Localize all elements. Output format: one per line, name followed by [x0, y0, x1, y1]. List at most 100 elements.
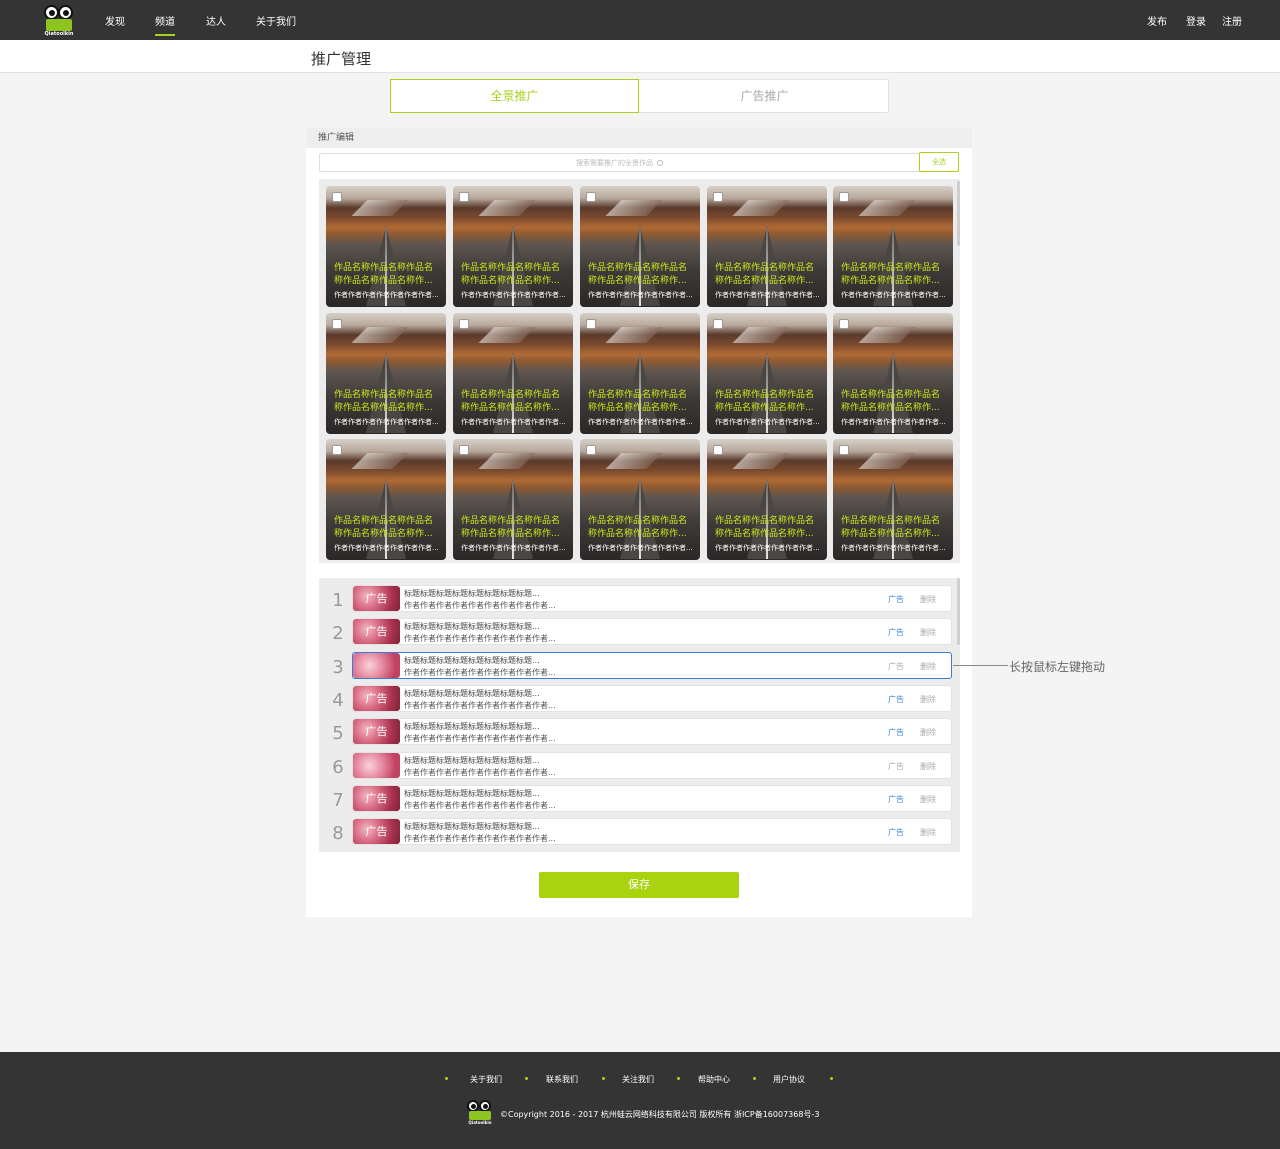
work-card[interactable]: 作品名称作品名称作品名称作品名称作品名称作... 作者作者作者作者作者作者作者..…	[580, 439, 700, 560]
nav-publish[interactable]: 发布	[1147, 13, 1167, 28]
promotion-row[interactable]: 4 广告 标题标题标题标题标题标题标题标题... 作者作者作者作者作者作者作者作者作者…	[332, 684, 952, 712]
work-card[interactable]: 作品名称作品名称作品名称作品名称作品名称作... 作者作者作者作者作者作者作者..…	[707, 313, 827, 434]
row-delete-button[interactable]: 删除	[920, 761, 936, 772]
work-card[interactable]: 作品名称作品名称作品名称作品名称作品名称作... 作者作者作者作者作者作者作者..…	[453, 313, 573, 434]
row-ad-toggle[interactable]: 广告	[888, 661, 904, 672]
card-checkbox[interactable]	[459, 319, 469, 329]
footer-link[interactable]: 关于我们	[470, 1074, 502, 1085]
row-number: 8	[332, 823, 344, 845]
row-delete-button[interactable]: 删除	[920, 727, 936, 738]
drag-hint-line	[953, 665, 1008, 666]
row-thumbnail	[353, 652, 400, 678]
card-checkbox[interactable]	[459, 445, 469, 455]
card-image	[833, 327, 953, 343]
row-ad-toggle[interactable]: 广告	[888, 694, 904, 705]
tab-ad-promotion[interactable]: 广告推广	[640, 80, 889, 112]
row-ad-toggle[interactable]: 广告	[888, 727, 904, 738]
card-image	[453, 327, 573, 343]
promotion-row[interactable]: 7 广告 标题标题标题标题标题标题标题标题... 作者作者作者作者作者作者作者作者作者…	[332, 784, 952, 812]
card-checkbox[interactable]	[839, 319, 849, 329]
card-author: 作者作者作者作者作者作者作者...	[461, 544, 566, 552]
panel-heading: 推广编辑	[306, 128, 972, 148]
card-author: 作者作者作者作者作者作者作者...	[588, 544, 693, 552]
card-author: 作者作者作者作者作者作者作者...	[334, 544, 439, 552]
card-title: 作品名称作品名称作品名称作品名称作品名称作...	[461, 516, 561, 539]
list-scrollbar[interactable]	[957, 578, 960, 645]
nav-talent[interactable]: 达人	[206, 13, 226, 28]
row-delete-button[interactable]: 删除	[920, 694, 936, 705]
footer-link[interactable]: 关注我们	[622, 1074, 654, 1085]
work-card[interactable]: 作品名称作品名称作品名称作品名称作品名称作... 作者作者作者作者作者作者作者..…	[326, 186, 446, 307]
nav-register[interactable]: 注册	[1222, 13, 1242, 28]
card-checkbox[interactable]	[713, 192, 723, 202]
work-card[interactable]: 作品名称作品名称作品名称作品名称作品名称作... 作者作者作者作者作者作者作者..…	[707, 186, 827, 307]
nav-channel[interactable]: 频道	[155, 13, 175, 36]
promotion-row[interactable]: 2 广告 标题标题标题标题标题标题标题标题... 作者作者作者作者作者作者作者作者作者…	[332, 618, 952, 646]
nav-about[interactable]: 关于我们	[256, 13, 296, 28]
card-image	[326, 453, 446, 469]
card-checkbox[interactable]	[332, 319, 342, 329]
card-checkbox[interactable]	[713, 319, 723, 329]
footer-link[interactable]: 联系我们	[546, 1074, 578, 1085]
card-image	[707, 453, 827, 469]
card-checkbox[interactable]	[839, 445, 849, 455]
promotion-row[interactable]: 3 标题标题标题标题标题标题标题标题... 作者作者作者作者作者作者作者作者作者..…	[332, 651, 952, 679]
row-thumbnail: 广告	[353, 719, 400, 745]
work-card[interactable]: 作品名称作品名称作品名称作品名称作品名称作... 作者作者作者作者作者作者作者..…	[326, 439, 446, 560]
work-card[interactable]: 作品名称作品名称作品名称作品名称作品名称作... 作者作者作者作者作者作者作者..…	[833, 313, 953, 434]
work-card[interactable]: 作品名称作品名称作品名称作品名称作品名称作... 作者作者作者作者作者作者作者..…	[453, 439, 573, 560]
drag-hint: 长按鼠标左键拖动	[1009, 660, 1106, 674]
card-author: 作者作者作者作者作者作者作者...	[461, 291, 566, 299]
card-title: 作品名称作品名称作品名称作品名称作品名称作...	[588, 263, 688, 286]
card-checkbox[interactable]	[332, 192, 342, 202]
row-ad-toggle[interactable]: 广告	[888, 594, 904, 605]
card-checkbox[interactable]	[713, 445, 723, 455]
promotion-row[interactable]: 8 广告 标题标题标题标题标题标题标题标题... 作者作者作者作者作者作者作者作者作者…	[332, 818, 952, 846]
nav-discover[interactable]: 发现	[105, 13, 125, 28]
row-delete-button[interactable]: 删除	[920, 661, 936, 672]
card-checkbox[interactable]	[586, 445, 596, 455]
row-ad-toggle[interactable]: 广告	[888, 794, 904, 805]
card-image	[580, 327, 700, 343]
search-input[interactable]: 搜索需要推广的全景作品	[319, 153, 920, 172]
card-checkbox[interactable]	[586, 319, 596, 329]
row-number: 4	[332, 689, 344, 711]
row-delete-button[interactable]: 删除	[920, 594, 936, 605]
card-checkbox[interactable]	[586, 192, 596, 202]
row-ad-toggle[interactable]: 广告	[888, 761, 904, 772]
row-title: 标题标题标题标题标题标题标题标题...	[404, 655, 540, 665]
save-button[interactable]: 保存	[539, 872, 739, 898]
logo-body	[469, 1111, 491, 1120]
row-ad-toggle[interactable]: 广告	[888, 627, 904, 638]
card-checkbox[interactable]	[459, 192, 469, 202]
work-card[interactable]: 作品名称作品名称作品名称作品名称作品名称作... 作者作者作者作者作者作者作者..…	[580, 313, 700, 434]
footer-link[interactable]: 帮助中心	[698, 1074, 730, 1085]
work-card[interactable]: 作品名称作品名称作品名称作品名称作品名称作... 作者作者作者作者作者作者作者..…	[580, 186, 700, 307]
promotion-row[interactable]: 6 标题标题标题标题标题标题标题标题... 作者作者作者作者作者作者作者作者作者..…	[332, 751, 952, 779]
card-checkbox[interactable]	[839, 192, 849, 202]
row-number: 1	[332, 590, 344, 611]
row-delete-button[interactable]: 删除	[920, 794, 936, 805]
work-card[interactable]: 作品名称作品名称作品名称作品名称作品名称作... 作者作者作者作者作者作者作者..…	[326, 313, 446, 434]
grid-scrollbar[interactable]	[957, 181, 960, 246]
row-delete-button[interactable]: 删除	[920, 627, 936, 638]
footer-separator-dot	[677, 1077, 680, 1080]
footer-link[interactable]: 用户协议	[773, 1074, 805, 1085]
work-card[interactable]: 作品名称作品名称作品名称作品名称作品名称作... 作者作者作者作者作者作者作者..…	[833, 439, 953, 560]
promotion-editor-panel: 推广编辑 搜索需要推广的全景作品 全选 作品名称作品名称作品名称作品名称作品名称…	[306, 128, 972, 917]
promotion-row[interactable]: 1 广告 标题标题标题标题标题标题标题标题... 作者作者作者作者作者作者作者作者作者…	[332, 585, 952, 612]
card-checkbox[interactable]	[332, 445, 342, 455]
work-card[interactable]: 作品名称作品名称作品名称作品名称作品名称作... 作者作者作者作者作者作者作者..…	[833, 186, 953, 307]
row-ad-toggle[interactable]: 广告	[888, 827, 904, 838]
logo[interactable]: Qiatoolkin	[42, 5, 76, 37]
card-author: 作者作者作者作者作者作者作者...	[334, 291, 439, 299]
tab-panorama-promotion[interactable]: 全景推广	[390, 79, 639, 113]
row-delete-button[interactable]: 删除	[920, 827, 936, 838]
logo-eye-icon	[58, 5, 73, 20]
select-all-button[interactable]: 全选	[919, 152, 959, 172]
nav-login[interactable]: 登录	[1186, 13, 1206, 28]
work-card[interactable]: 作品名称作品名称作品名称作品名称作品名称作... 作者作者作者作者作者作者作者..…	[453, 186, 573, 307]
promotion-row[interactable]: 5 广告 标题标题标题标题标题标题标题标题... 作者作者作者作者作者作者作者作者作者…	[332, 718, 952, 746]
work-card[interactable]: 作品名称作品名称作品名称作品名称作品名称作... 作者作者作者作者作者作者作者..…	[707, 439, 827, 560]
footer-logo-text: Qiatoolkin	[468, 1120, 492, 1125]
